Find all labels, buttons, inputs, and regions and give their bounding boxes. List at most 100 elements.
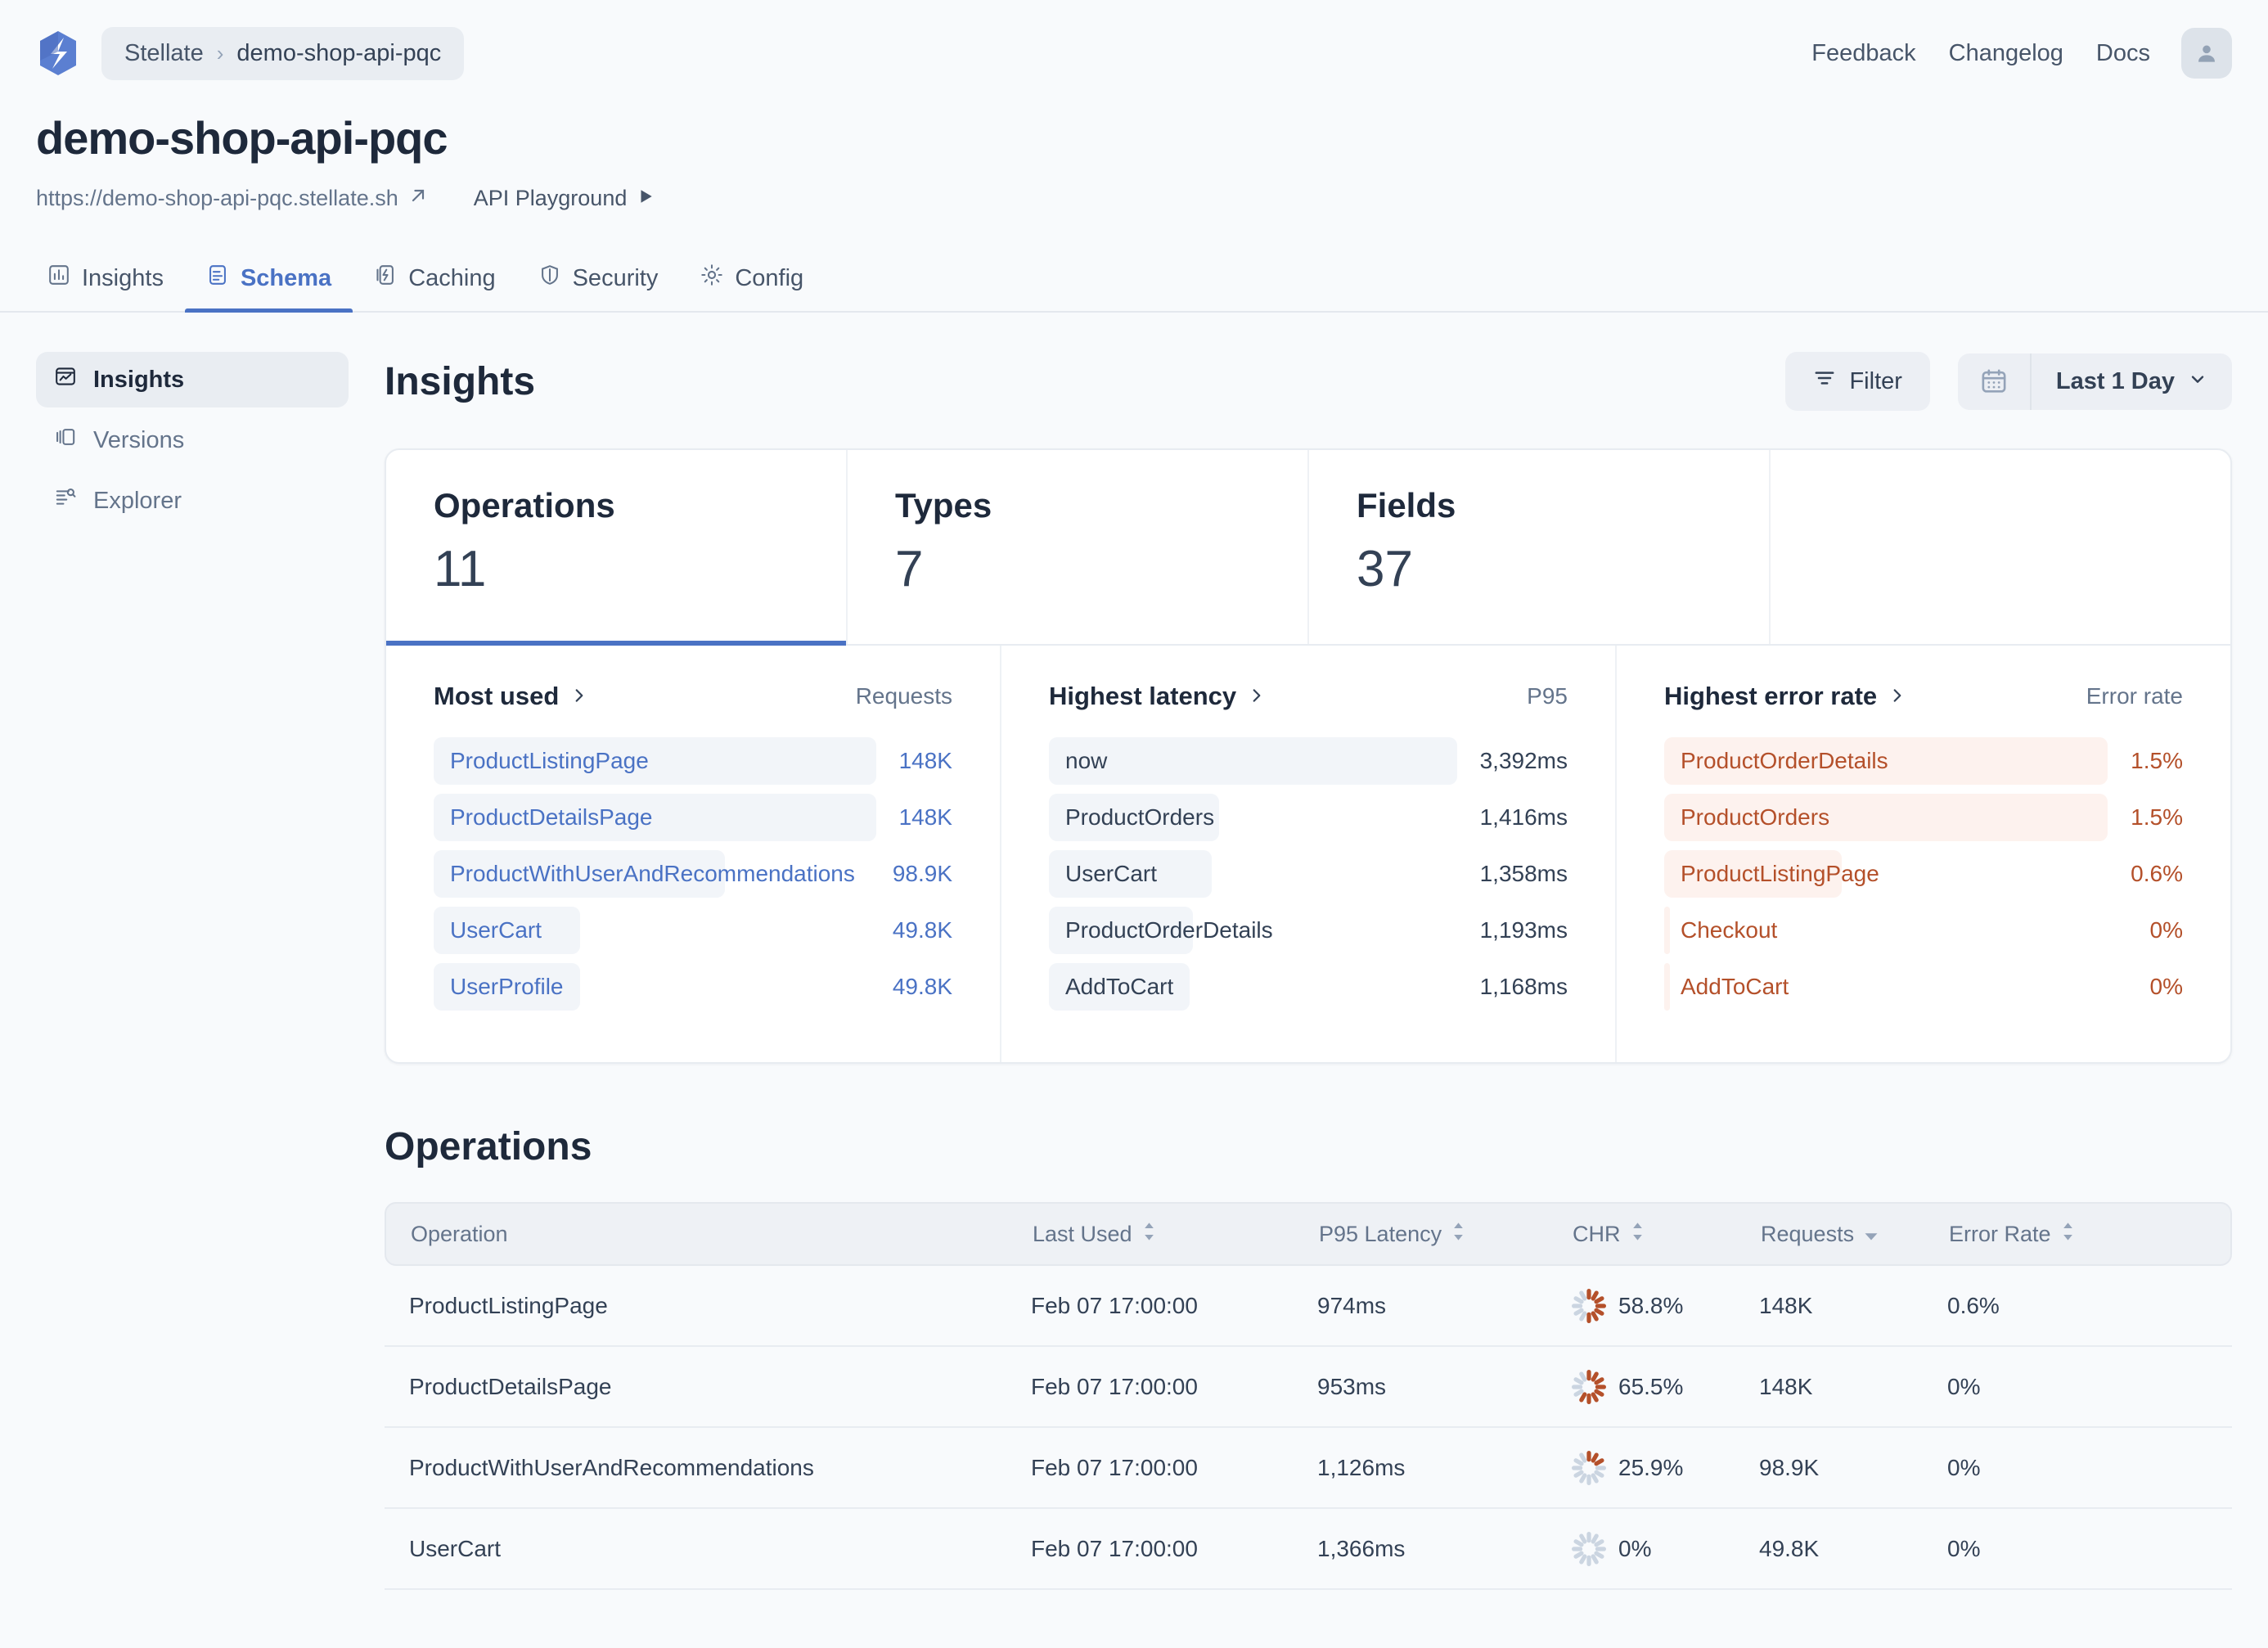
insight-list-row[interactable]: ProductOrderDetails 1,193ms bbox=[1049, 902, 1568, 958]
tab-schema[interactable]: Schema bbox=[184, 263, 353, 313]
tab-insights[interactable]: Insights bbox=[36, 263, 185, 311]
insight-list-row[interactable]: UserProfile 49.8K bbox=[434, 958, 952, 1015]
cell-error-rate: 0% bbox=[1947, 1535, 1981, 1561]
column-header-chr[interactable]: CHR bbox=[1573, 1222, 1761, 1247]
insight-metric-value: 0% bbox=[2149, 973, 2183, 999]
endpoint-link[interactable]: https://demo-shop-api-pqc.stellate.sh bbox=[36, 186, 428, 211]
column-header-error-rate[interactable]: Error Rate bbox=[1949, 1222, 2137, 1247]
topnav-docs[interactable]: Docs bbox=[2096, 40, 2150, 67]
insight-operation-name[interactable]: ProductListingPage bbox=[434, 748, 649, 774]
bar-chart-icon bbox=[47, 263, 70, 293]
cell-requests: 148K bbox=[1759, 1292, 1813, 1318]
tab-config[interactable]: Config bbox=[679, 263, 825, 311]
cell-last-used: Feb 07 17:00:00 bbox=[1031, 1454, 1198, 1480]
insight-operation-name[interactable]: UserCart bbox=[434, 917, 542, 943]
insight-operation-name[interactable]: ProductOrders bbox=[1049, 804, 1214, 831]
breadcrumb-org[interactable]: Stellate bbox=[124, 40, 204, 67]
insight-list-row[interactable]: ProductOrderDetails 1.5% bbox=[1664, 732, 2183, 789]
column-header-p95-latency[interactable]: P95 Latency bbox=[1319, 1222, 1573, 1247]
insight-list-row[interactable]: now 3,392ms bbox=[1049, 732, 1568, 789]
insight-operation-name[interactable]: ProductOrderDetails bbox=[1664, 748, 1888, 774]
insight-operation-name[interactable]: ProductOrders bbox=[1664, 804, 1829, 831]
insight-list-row[interactable]: ProductOrders 1.5% bbox=[1664, 789, 2183, 845]
insight-metric-value: 1,358ms bbox=[1479, 860, 1568, 886]
table-row[interactable]: ProductWithUserAndRecommendations Feb 07 … bbox=[385, 1428, 2232, 1509]
insight-list-row[interactable]: UserCart 1,358ms bbox=[1049, 845, 1568, 902]
insight-list-title-highest-error-rate[interactable]: Highest error rate bbox=[1664, 682, 1906, 711]
date-range-label-group[interactable]: Last 1 Day bbox=[2032, 353, 2232, 410]
insight-operation-name[interactable]: Checkout bbox=[1664, 917, 1777, 943]
insight-list-row[interactable]: ProductListingPage 148K bbox=[434, 732, 952, 789]
insight-operation-name[interactable]: ProductDetailsPage bbox=[434, 804, 652, 831]
tab-caching[interactable]: Caching bbox=[353, 263, 516, 311]
chr-value: 58.8% bbox=[1618, 1292, 1684, 1318]
tab-security[interactable]: Security bbox=[517, 263, 680, 311]
stat-tab-fields-label: Fields bbox=[1357, 486, 1456, 525]
stellate-logo-icon[interactable] bbox=[36, 29, 80, 77]
insight-list-row[interactable]: ProductDetailsPage 148K bbox=[434, 789, 952, 845]
cell-operation[interactable]: ProductWithUserAndRecommendations bbox=[409, 1455, 1031, 1481]
table-row[interactable]: UserCart Feb 07 17:00:00 1,366ms 0% 49.8K 0% bbox=[385, 1509, 2232, 1590]
insight-operation-name[interactable]: now bbox=[1049, 748, 1107, 774]
insight-bar-wrap: ProductListingPage bbox=[434, 736, 876, 785]
user-avatar-icon[interactable] bbox=[2181, 28, 2232, 79]
table-row[interactable]: ProductDetailsPage Feb 07 17:00:00 953ms 65… bbox=[385, 1347, 2232, 1428]
column-header-requests[interactable]: Requests bbox=[1761, 1222, 1949, 1247]
stat-tab-fields[interactable]: Fields 37 bbox=[1309, 450, 1771, 644]
insight-operation-name[interactable]: AddToCart bbox=[1664, 974, 1789, 1000]
column-header-last-used-label: Last Used bbox=[1033, 1221, 1132, 1246]
insight-metric-value: 49.8K bbox=[892, 916, 952, 943]
insight-operation-name[interactable]: ProductListingPage bbox=[1664, 861, 1879, 887]
insight-list-title-highest-latency[interactable]: Highest latency bbox=[1049, 682, 1266, 711]
cell-operation[interactable]: ProductDetailsPage bbox=[409, 1374, 1031, 1400]
cell-chr: 0% bbox=[1571, 1531, 1759, 1567]
calendar-icon[interactable] bbox=[1958, 353, 2032, 410]
stat-tab-empty bbox=[1771, 450, 2230, 644]
cell-operation[interactable]: UserCart bbox=[409, 1536, 1031, 1562]
insight-list-row[interactable]: AddToCart 0% bbox=[1664, 958, 2183, 1015]
insight-bar-wrap: ProductOrderDetails bbox=[1049, 906, 1457, 954]
topnav-changelog[interactable]: Changelog bbox=[1949, 40, 2063, 67]
breadcrumb[interactable]: Stellate › demo-shop-api-pqc bbox=[101, 26, 465, 80]
topnav-feedback[interactable]: Feedback bbox=[1811, 40, 1915, 67]
insight-list-row[interactable]: AddToCart 1,168ms bbox=[1049, 958, 1568, 1015]
stat-tab-types[interactable]: Types 7 bbox=[848, 450, 1309, 644]
insight-list-row[interactable]: ProductWithUserAndRecommendations 98.9K bbox=[434, 845, 952, 902]
insight-operation-name[interactable]: UserCart bbox=[1049, 861, 1157, 887]
insight-metric-value: 0% bbox=[2149, 916, 2183, 943]
insight-list-row[interactable]: UserCart 49.8K bbox=[434, 902, 952, 958]
sidebar-item-versions[interactable]: Versions bbox=[36, 412, 349, 468]
sidebar-item-insights[interactable]: Insights bbox=[36, 352, 349, 407]
sidebar-item-explorer[interactable]: Explorer bbox=[36, 473, 349, 529]
insight-operation-name[interactable]: UserProfile bbox=[434, 974, 563, 1000]
cell-p95-latency: 1,126ms bbox=[1317, 1454, 1406, 1480]
insight-list-row[interactable]: Checkout 0% bbox=[1664, 902, 2183, 958]
table-row[interactable]: ProductListingPage Feb 07 17:00:00 974ms 58… bbox=[385, 1266, 2232, 1347]
insight-list-row[interactable]: ProductListingPage 0.6% bbox=[1664, 845, 2183, 902]
column-header-last-used[interactable]: Last Used bbox=[1033, 1222, 1319, 1247]
insight-operation-name[interactable]: ProductWithUserAndRecommendations bbox=[434, 861, 855, 887]
sidebar-item-insights-label: Insights bbox=[93, 366, 185, 393]
column-header-operation[interactable]: Operation bbox=[411, 1222, 1033, 1247]
cell-requests: 49.8K bbox=[1759, 1535, 1820, 1561]
cell-last-used: Feb 07 17:00:00 bbox=[1031, 1535, 1198, 1561]
stat-tab-row: Operations 11 Types 7 Fields 37 bbox=[386, 450, 2230, 646]
insight-metric-value: 1.5% bbox=[2131, 804, 2183, 830]
filter-button[interactable]: Filter bbox=[1785, 352, 1930, 411]
body-wrapper: Insights Versions Explorer Insights Filt… bbox=[0, 313, 2268, 1590]
insight-operation-name[interactable]: AddToCart bbox=[1049, 974, 1173, 1000]
cell-operation[interactable]: ProductListingPage bbox=[409, 1293, 1031, 1319]
page-sublinks: https://demo-shop-api-pqc.stellate.sh AP… bbox=[36, 186, 2232, 211]
insight-list-title-most-used[interactable]: Most used bbox=[434, 682, 588, 711]
cell-error-rate: 0.6% bbox=[1947, 1292, 2000, 1318]
stat-tab-operations[interactable]: Operations 11 bbox=[386, 450, 848, 646]
endpoint-url[interactable]: https://demo-shop-api-pqc.stellate.sh bbox=[36, 186, 398, 211]
insight-operation-name[interactable]: ProductOrderDetails bbox=[1049, 917, 1273, 943]
insight-list-highest-latency: Highest latency P95 now 3,392ms ProductOrder… bbox=[1001, 646, 1617, 1062]
insight-list-row[interactable]: ProductOrders 1,416ms bbox=[1049, 789, 1568, 845]
date-range-picker[interactable]: Last 1 Day bbox=[1957, 353, 2232, 410]
breadcrumb-service[interactable]: demo-shop-api-pqc bbox=[236, 40, 441, 67]
api-playground-link[interactable]: API Playground bbox=[474, 186, 655, 211]
operations-section-title: Operations bbox=[385, 1125, 592, 1168]
api-playground-label[interactable]: API Playground bbox=[474, 186, 628, 211]
